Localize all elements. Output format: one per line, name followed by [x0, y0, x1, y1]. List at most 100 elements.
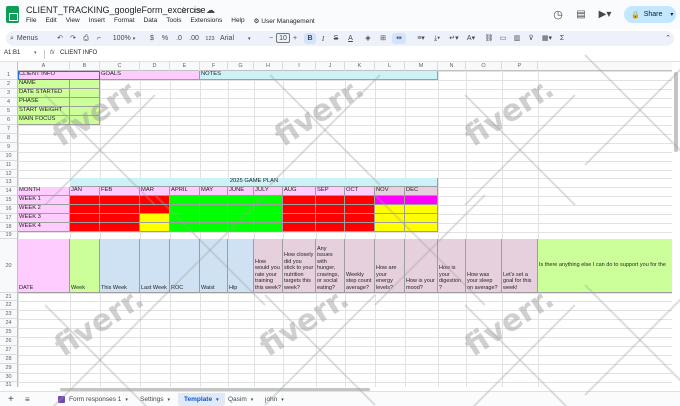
info-label-cell[interactable]: NAME	[18, 80, 70, 89]
row-header-3[interactable]: 3	[0, 89, 18, 98]
week-status-cell[interactable]	[70, 205, 100, 214]
percent-button[interactable]: %	[161, 31, 169, 46]
strikethrough-button[interactable]: S	[332, 31, 340, 46]
week-status-cell[interactable]	[316, 223, 345, 232]
row-header-10[interactable]: 10	[0, 152, 18, 161]
week-status-cell[interactable]	[283, 214, 316, 223]
form-header-cell[interactable]: ROC	[170, 239, 200, 293]
filter-icon[interactable]: ⊽	[526, 31, 536, 46]
month-cell[interactable]: NOV	[375, 187, 405, 196]
form-header-cell[interactable]: How is your mood?	[405, 239, 438, 293]
week-status-cell[interactable]	[170, 205, 200, 214]
info-value-cell[interactable]	[70, 98, 100, 107]
menu-tools[interactable]: Tools	[166, 17, 181, 27]
form-header-cell[interactable]: Week	[70, 239, 100, 293]
week-status-cell[interactable]	[170, 196, 200, 205]
form-header-cell[interactable]: Is there anything else I can do to suppo…	[538, 239, 676, 293]
vertical-scroll-thumb[interactable]	[674, 72, 678, 152]
column-header-b[interactable]: B	[70, 62, 100, 71]
menu-format[interactable]: Format	[114, 17, 135, 27]
column-header-c[interactable]: C	[100, 62, 140, 71]
row-header-23[interactable]: 23	[0, 310, 18, 319]
row-header-16[interactable]: 16	[0, 205, 18, 214]
week-status-cell[interactable]	[200, 223, 228, 232]
week-status-cell[interactable]	[345, 214, 375, 223]
tab-john[interactable]: john ▾	[265, 393, 284, 406]
column-header-a[interactable]: A	[18, 62, 70, 71]
form-header-cell[interactable]: DATE	[18, 239, 70, 293]
week-label-cell[interactable]: WEEK 2	[18, 205, 70, 214]
month-cell[interactable]: JUNE	[228, 187, 254, 196]
info-value-cell[interactable]	[70, 80, 100, 89]
info-value-cell[interactable]	[70, 116, 100, 125]
info-label-cell[interactable]: MAIN FOCUS	[18, 116, 70, 125]
info-value-cell[interactable]	[70, 89, 100, 98]
week-status-cell[interactable]	[316, 205, 345, 214]
name-box[interactable]: A1:B1	[4, 50, 20, 56]
filter-views-icon[interactable]: ▦▾	[540, 31, 554, 46]
zoom-select[interactable]: 100% ▾	[108, 31, 140, 46]
font-size-input[interactable]: 10	[276, 33, 290, 43]
row-header-30[interactable]: 30	[0, 373, 18, 382]
tab-template[interactable]: Template ▾	[178, 393, 225, 406]
month-cell[interactable]: DEC	[405, 187, 438, 196]
form-header-cell[interactable]: Waist	[200, 239, 228, 293]
week-status-cell[interactable]	[228, 205, 254, 214]
month-cell[interactable]: FEB	[100, 187, 140, 196]
currency-button[interactable]: $	[148, 31, 156, 46]
insert-comment-icon[interactable]: ▭	[498, 31, 508, 46]
italic-button[interactable]: I	[319, 31, 327, 46]
row-header-25[interactable]: 25	[0, 328, 18, 337]
row-header-20[interactable]: 20	[0, 239, 18, 293]
week-status-cell[interactable]	[70, 196, 100, 205]
month-cell[interactable]: AUG	[283, 187, 316, 196]
week-status-cell[interactable]	[283, 205, 316, 214]
week-status-cell[interactable]	[200, 205, 228, 214]
print-icon[interactable]: ⎙	[81, 31, 91, 46]
text-wrap-icon[interactable]: ↵▾	[448, 31, 460, 46]
week-status-cell[interactable]	[100, 223, 140, 232]
decrease-decimal-button[interactable]: .0	[174, 31, 184, 46]
client-info-header[interactable]: CLIENT INFO	[18, 71, 100, 80]
week-status-cell[interactable]	[140, 223, 170, 232]
week-status-cell[interactable]	[405, 223, 438, 232]
row-header-19[interactable]: 19	[0, 232, 18, 239]
link-icon[interactable]: ⛓	[484, 31, 494, 46]
game-plan-title[interactable]: 2025 GAME PLAN	[70, 178, 438, 187]
week-status-cell[interactable]	[170, 223, 200, 232]
goals-header[interactable]: GOALS	[100, 71, 200, 80]
week-status-cell[interactable]	[100, 196, 140, 205]
horizontal-align-icon[interactable]: ≡▾	[415, 31, 427, 46]
week-status-cell[interactable]	[316, 214, 345, 223]
row-header-27[interactable]: 27	[0, 346, 18, 355]
form-header-cell[interactable]: Hip	[228, 239, 254, 293]
info-label-cell[interactable]: DATE STARTED	[18, 89, 70, 98]
decrease-font-button[interactable]: −	[267, 31, 275, 46]
column-header-g[interactable]: G	[228, 62, 254, 71]
row-header-4[interactable]: 4	[0, 98, 18, 107]
week-status-cell[interactable]	[345, 223, 375, 232]
info-label-cell[interactable]: START WEIGHT	[18, 107, 70, 116]
form-header-cell[interactable]: Any issues with hunger, cravings, or soc…	[316, 239, 345, 293]
week-status-cell[interactable]	[70, 214, 100, 223]
merge-cells-icon[interactable]: ⇹	[392, 33, 406, 44]
week-status-cell[interactable]	[70, 223, 100, 232]
form-header-cell[interactable]: Last Week	[140, 239, 170, 293]
row-header-6[interactable]: 6	[0, 116, 18, 125]
row-header-21[interactable]: 21	[0, 293, 18, 301]
week-status-cell[interactable]	[375, 214, 405, 223]
add-sheet-icon[interactable]: +	[8, 393, 14, 406]
tab-form-responses[interactable]: Form responses 1 ▾	[58, 393, 128, 406]
insert-chart-icon[interactable]: ▥	[512, 31, 522, 46]
month-cell[interactable]: MAR	[140, 187, 170, 196]
month-cell[interactable]: MAY	[200, 187, 228, 196]
week-status-cell[interactable]	[375, 223, 405, 232]
week-status-cell[interactable]	[254, 196, 283, 205]
cloud-status-icon[interactable]: ☁	[205, 5, 216, 16]
week-status-cell[interactable]	[254, 214, 283, 223]
week-status-cell[interactable]	[254, 223, 283, 232]
search-menus[interactable]: ⌕ Menus	[10, 31, 52, 46]
month-cell[interactable]: APRIL	[170, 187, 200, 196]
row-header-8[interactable]: 8	[0, 134, 18, 143]
increase-decimal-button[interactable]: .00	[188, 31, 200, 46]
